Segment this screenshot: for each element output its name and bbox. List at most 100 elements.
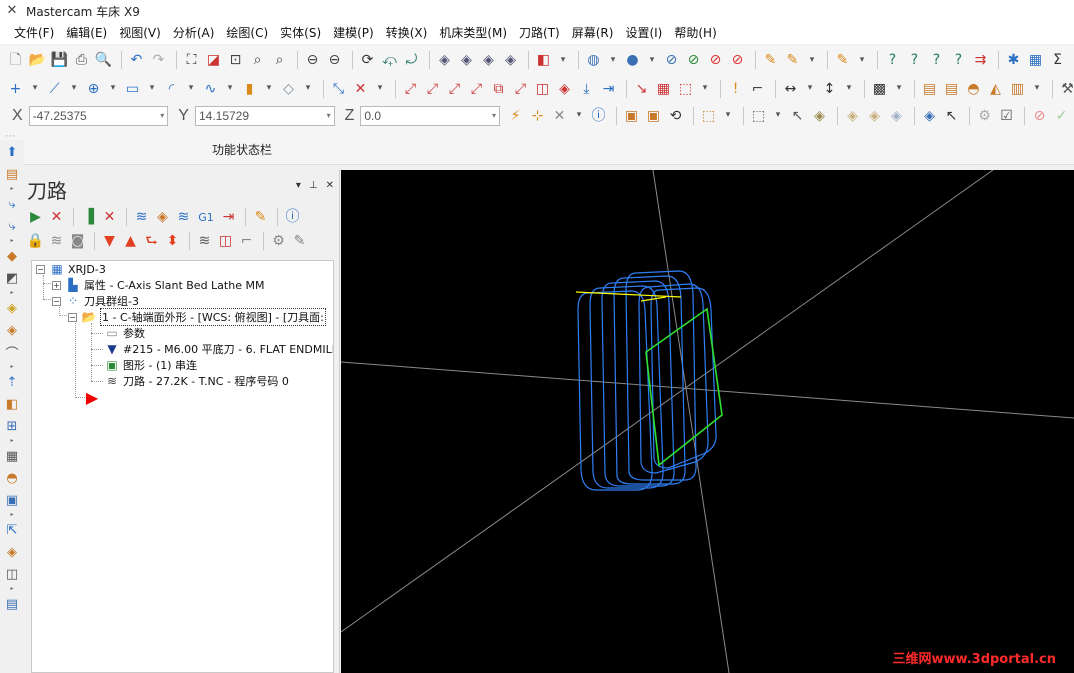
assembly-icon[interactable]: ◧ [2, 394, 22, 414]
hatch-icon[interactable]: ▩ [870, 79, 889, 98]
delete-entity-icon[interactable]: ✕ [351, 79, 370, 98]
select-only-icon[interactable]: ▣ [644, 106, 663, 125]
right-view-icon[interactable]: ◈ [479, 51, 498, 70]
menu-settings[interactable]: 设置(I) [619, 22, 668, 44]
chevron-down-icon[interactable]: ▾ [373, 79, 387, 98]
chevron-down-icon[interactable]: ▾ [145, 79, 159, 98]
solid-select-icon[interactable]: ◈ [810, 106, 829, 125]
blade-icon[interactable]: ⌒ [2, 342, 22, 362]
lock-icon[interactable]: 🔒 [26, 232, 45, 251]
panel-close-icon[interactable]: ✕ [326, 180, 334, 191]
backplot-icon[interactable]: ≋ [132, 208, 151, 227]
solid-block-icon[interactable]: ◆ [2, 246, 22, 266]
chevron-down-icon[interactable]: ▾ [223, 79, 237, 98]
stock-icon[interactable]: ▤ [920, 79, 939, 98]
chevron-right-icon[interactable]: ▸ [0, 238, 24, 244]
properties-icon[interactable]: ⚙ [269, 232, 288, 251]
shaded-sphere-icon[interactable]: ● [623, 51, 642, 70]
verify-icon[interactable]: ◈ [153, 208, 172, 227]
fixture-icon[interactable]: ⊞ [2, 416, 22, 436]
menu-help[interactable]: 帮助(H) [668, 22, 722, 44]
verify-selection-icon[interactable]: ⟲ [666, 106, 685, 125]
x-coordinate-input[interactable]: -47.25375 ▾ [28, 105, 169, 126]
gray-tool-icon[interactable]: ⚙ [975, 106, 994, 125]
chevron-down-icon[interactable]: ▾ [698, 79, 712, 98]
chevron-down-icon[interactable]: ▾ [184, 79, 198, 98]
solid-body-select-icon[interactable]: ◈ [865, 106, 884, 125]
roll-icon[interactable]: ⬚ [676, 79, 695, 98]
lift-icon[interactable]: ⇡ [2, 372, 22, 392]
plane-view-icon[interactable]: ◧ [534, 51, 553, 70]
cursor-select-icon[interactable]: ↖ [788, 106, 807, 125]
tool-manager-icon[interactable]: ⚒ [1058, 79, 1074, 98]
cube-yellow-icon[interactable]: ◈ [2, 298, 22, 318]
zoom-out-icon[interactable]: ⊖ [325, 51, 344, 70]
drag-icon[interactable]: ⤢ [467, 79, 486, 98]
fast-point-icon[interactable]: ⚡ [506, 106, 525, 125]
cube-orange-icon[interactable]: ◈ [2, 320, 22, 340]
solid-stack-icon[interactable]: ▤ [2, 164, 22, 184]
wireframe-sphere-icon[interactable]: ◍ [584, 51, 603, 70]
print-preview-icon[interactable]: 🔍 [94, 51, 113, 70]
offset-icon[interactable]: ⤢ [511, 79, 530, 98]
save-icon[interactable]: 💾 [50, 51, 69, 70]
rotate-entity-icon[interactable]: ◈ [555, 79, 574, 98]
rotate-view-icon[interactable]: ⤽ [380, 51, 399, 70]
groove-icon[interactable]: ◩ [2, 268, 22, 288]
menu-model[interactable]: 建模(P) [327, 22, 380, 44]
selection-mode-icon[interactable]: ⬚ [749, 106, 768, 125]
panel-pin-icon[interactable]: ⊥ [309, 180, 318, 191]
select-check-icon[interactable]: ☑ [997, 106, 1016, 125]
analyze-chain-icon[interactable]: ? [927, 51, 946, 70]
front-view-icon[interactable]: ◈ [457, 51, 476, 70]
chevron-down-icon[interactable]: ▾ [803, 79, 817, 98]
stock-setup-icon[interactable]: ▤ [942, 79, 961, 98]
multi-pencil-icon[interactable]: ✎ [783, 51, 802, 70]
sum-icon[interactable]: Σ [1048, 51, 1067, 70]
collapse-icon[interactable]: − [68, 312, 77, 322]
chevron-right-icon[interactable]: ▸ [0, 512, 24, 518]
tree-toolgroup[interactable]: − ⁘ 刀具群组-3 [52, 293, 139, 309]
regenerate-dirty-icon[interactable]: ✕ [100, 208, 119, 227]
select-all-operations-icon[interactable]: ▶ [26, 208, 45, 227]
expand-collapse-icon[interactable]: ⬍ [163, 232, 182, 251]
chevron-down-icon[interactable]: ▾ [842, 79, 856, 98]
toolpath-up-icon[interactable]: ⬆ [2, 142, 22, 162]
simulate-icon[interactable]: ≋ [174, 208, 193, 227]
shading-red-outline-icon[interactable]: ⊘ [728, 51, 747, 70]
chevron-right-icon[interactable]: ▸ [0, 186, 24, 192]
create-rectangle-icon[interactable]: ▭ [123, 79, 142, 98]
z-coordinate-input[interactable]: 0.0 ▾ [360, 105, 500, 126]
tree-geometry[interactable]: ▣ 图形 - (1) 串连 [104, 357, 197, 373]
shading-red-icon[interactable]: ⊘ [706, 51, 725, 70]
chevron-right-icon[interactable]: ▸ [0, 364, 24, 370]
autocursor-icon[interactable]: ⊹ [528, 106, 547, 125]
help-circle-icon[interactable]: ⓘ [589, 106, 608, 125]
previous-view-icon[interactable]: ⤾ [402, 51, 421, 70]
steady-rest-icon[interactable]: ▥ [1008, 79, 1027, 98]
tree-params[interactable]: ▭ 参数 [104, 325, 145, 341]
dimension-horizontal-icon[interactable]: ↔ [781, 79, 800, 98]
collapse-icon[interactable]: − [52, 296, 61, 306]
options-icon[interactable]: ✎ [290, 232, 309, 251]
display-toolpath-icon[interactable]: ≋ [195, 232, 214, 251]
select-move-icon[interactable]: ⇱ [2, 520, 22, 540]
chevron-down-icon[interactable]: ▾ [855, 51, 869, 70]
repaint-icon[interactable]: ◪ [204, 51, 223, 70]
create-surface-icon[interactable]: ◇ [279, 79, 298, 98]
menu-toolpaths[interactable]: 刀路(T) [513, 22, 566, 44]
post-arrow-icon[interactable]: ⇥ [219, 208, 238, 227]
chevron-down-icon[interactable]: ▾ [572, 106, 586, 125]
solid-edge-select-icon[interactable]: ◈ [887, 106, 906, 125]
note-icon[interactable]: ! [726, 79, 745, 98]
iso-view-icon[interactable]: ◈ [501, 51, 520, 70]
display-selected-icon[interactable]: ◫ [216, 232, 235, 251]
ok-icon[interactable]: ✓ [1052, 106, 1071, 125]
stop-icon[interactable]: ⊘ [1030, 106, 1049, 125]
tree-operation[interactable]: − 📂 1 - C-轴端面外形 - [WCS: 俯视图] - [刀具面: [68, 308, 326, 326]
open-file-icon[interactable]: 📂 [28, 51, 47, 70]
zoom-selected-icon[interactable]: ⌕ [270, 51, 289, 70]
layer-icon[interactable]: ◓ [2, 468, 22, 488]
extend-icon[interactable]: ↘ [632, 79, 651, 98]
dimension-vertical-icon[interactable]: ↕ [820, 79, 839, 98]
